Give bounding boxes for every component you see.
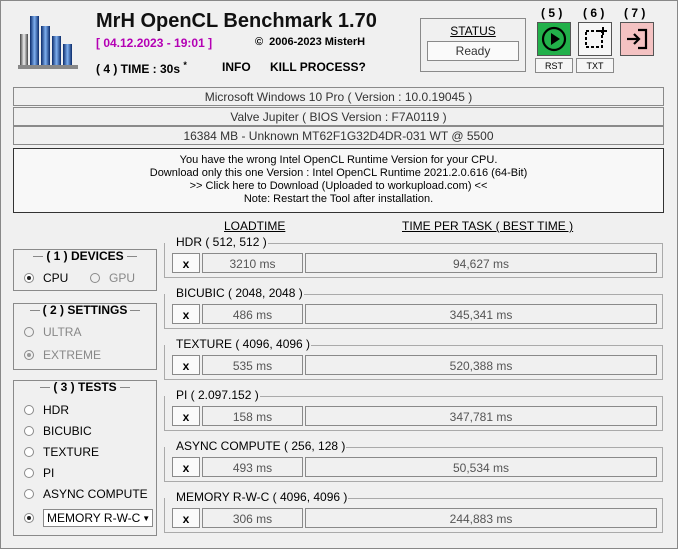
info-link[interactable]: INFO <box>222 60 251 74</box>
test-result-texture: TEXTURE ( 4096, 4096 ) x 535 ms 520,388 … <box>164 337 663 380</box>
devices-group: ( 1 ) DEVICES CPU GPU <box>13 249 157 291</box>
tests-title: ( 3 ) TESTS <box>14 380 156 394</box>
async-compute-radio[interactable] <box>24 489 34 499</box>
test-result-hdr: HDR ( 512, 512 ) x 3210 ms 94,627 ms <box>164 235 663 278</box>
ultra-radio[interactable] <box>24 327 34 337</box>
test-name: BICUBIC ( 2048, 2048 ) <box>175 286 304 300</box>
test-option-async-compute[interactable]: ASYNC COMPUTE <box>24 487 148 501</box>
test-result-async-compute: ASYNC COMPUTE ( 256, 128 ) x 493 ms 50,5… <box>164 439 663 482</box>
status-box: STATUS Ready <box>420 18 526 72</box>
copyright-icon: © <box>255 36 264 48</box>
capture-number: ( 6 ) <box>583 6 605 20</box>
settings-group: ( 2 ) SETTINGS ULTRA EXTREME <box>13 303 157 370</box>
time-value: 94,627 ms <box>305 253 657 273</box>
test-name: ASYNC COMPUTE ( 256, 128 ) <box>175 439 347 453</box>
setting-extreme-option[interactable]: EXTREME <box>24 348 101 362</box>
board-info: Valve Jupiter ( BIOS Version : F7A0119 ) <box>13 107 664 126</box>
run-number: ( 5 ) <box>541 6 563 20</box>
clear-result-button[interactable]: x <box>172 304 200 324</box>
test-name: HDR ( 512, 512 ) <box>175 235 268 249</box>
device-gpu-option[interactable]: GPU <box>90 271 135 285</box>
app-title: MrH OpenCL Benchmark 1.70 <box>96 10 377 32</box>
devices-title: ( 1 ) DEVICES <box>14 249 156 263</box>
test-result-memory: MEMORY R-W-C ( 4096, 4096 ) x 306 ms 244… <box>164 490 663 533</box>
run-button[interactable] <box>537 22 571 56</box>
test-name: MEMORY R-W-C ( 4096, 4096 ) <box>175 490 349 504</box>
clear-result-button[interactable]: x <box>172 508 200 528</box>
exit-icon <box>627 28 648 50</box>
memory-test-dropdown[interactable]: MEMORY R-W-C ▼ <box>43 509 153 527</box>
os-info: Microsoft Windows 10 Pro ( Version : 10.… <box>13 87 664 106</box>
texture-radio[interactable] <box>24 447 34 457</box>
loadtime-value: 493 ms <box>202 457 303 477</box>
clear-result-button[interactable]: x <box>172 253 200 273</box>
loadtime-header: LOADTIME <box>224 219 286 233</box>
rst-button[interactable]: RST <box>535 58 573 73</box>
clear-result-button[interactable]: x <box>172 355 200 375</box>
test-result-bicubic: BICUBIC ( 2048, 2048 ) x 486 ms 345,341 … <box>164 286 663 329</box>
memory-info: 16384 MB - Unknown MT62F1G32D4DR-031 WT … <box>13 126 664 145</box>
pi-radio[interactable] <box>24 468 34 478</box>
copyright-text: 2006-2023 MisterH <box>269 36 366 48</box>
warning-line-2: Download only this one Version : Intel O… <box>149 167 528 179</box>
test-result-pi: PI ( 2.097.152 ) x 158 ms 347,781 ms <box>164 388 663 431</box>
status-label: STATUS <box>450 24 496 38</box>
time-value: 50,534 ms <box>305 457 657 477</box>
copyright: © 2006-2023 MisterH <box>255 36 365 48</box>
gpu-radio[interactable] <box>90 273 100 283</box>
hdr-radio[interactable] <box>24 405 34 415</box>
test-name: TEXTURE ( 4096, 4096 ) <box>175 337 312 351</box>
app-logo <box>18 12 80 70</box>
settings-title: ( 2 ) SETTINGS <box>14 303 156 317</box>
time-value: 520,388 ms <box>305 355 657 375</box>
time-per-task-header: TIME PER TASK ( BEST TIME ) <box>402 219 574 233</box>
loadtime-value: 306 ms <box>202 508 303 528</box>
time-marker: * <box>183 60 187 70</box>
test-name: PI ( 2.097.152 ) <box>175 388 260 402</box>
device-cpu-option[interactable]: CPU <box>24 271 68 285</box>
chevron-down-icon: ▼ <box>142 513 151 523</box>
cpu-radio[interactable] <box>24 273 34 283</box>
memory-radio[interactable] <box>24 513 34 523</box>
exit-button[interactable] <box>620 22 654 56</box>
kill-process-link[interactable]: KILL PROCESS? <box>270 60 366 74</box>
test-option-bicubic[interactable]: BICUBIC <box>24 424 92 438</box>
bicubic-radio[interactable] <box>24 426 34 436</box>
capture-button[interactable] <box>578 22 612 56</box>
warning-line-1: You have the wrong Intel OpenCL Runtime … <box>179 154 498 166</box>
play-icon <box>541 26 567 52</box>
datetime-stamp: [ 04.12.2023 - 19:01 ] <box>96 36 213 50</box>
tests-group: ( 3 ) TESTS HDR BICUBIC TEXTURE PI ASYNC… <box>13 380 157 536</box>
time-value: 345,341 ms <box>305 304 657 324</box>
txt-button[interactable]: TXT <box>576 58 614 73</box>
clear-result-button[interactable]: x <box>172 457 200 477</box>
time-label: ( 4 ) TIME : 30s <box>96 62 181 76</box>
test-option-memory[interactable]: MEMORY R-W-C ▼ <box>24 509 153 527</box>
time-value: 347,781 ms <box>305 406 657 426</box>
download-link[interactable]: >> Click here to Download (Uploaded to w… <box>14 180 663 193</box>
loadtime-value: 3210 ms <box>202 253 303 273</box>
loadtime-value: 158 ms <box>202 406 303 426</box>
crop-select-icon <box>585 27 607 48</box>
status-value: Ready <box>427 41 519 61</box>
exit-number: ( 7 ) <box>624 6 646 20</box>
setting-ultra-option[interactable]: ULTRA <box>24 325 81 339</box>
test-option-texture[interactable]: TEXTURE <box>24 445 99 459</box>
loadtime-value: 535 ms <box>202 355 303 375</box>
clear-result-button[interactable]: x <box>172 406 200 426</box>
runtime-warning: You have the wrong Intel OpenCL Runtime … <box>13 148 664 213</box>
time-setting[interactable]: ( 4 ) TIME : 30s * <box>96 60 187 76</box>
time-value: 244,883 ms <box>305 508 657 528</box>
test-option-hdr[interactable]: HDR <box>24 403 69 417</box>
test-option-pi[interactable]: PI <box>24 466 54 480</box>
extreme-radio[interactable] <box>24 350 34 360</box>
warning-line-4: Note: Restart the Tool after installatio… <box>243 193 434 205</box>
loadtime-value: 486 ms <box>202 304 303 324</box>
